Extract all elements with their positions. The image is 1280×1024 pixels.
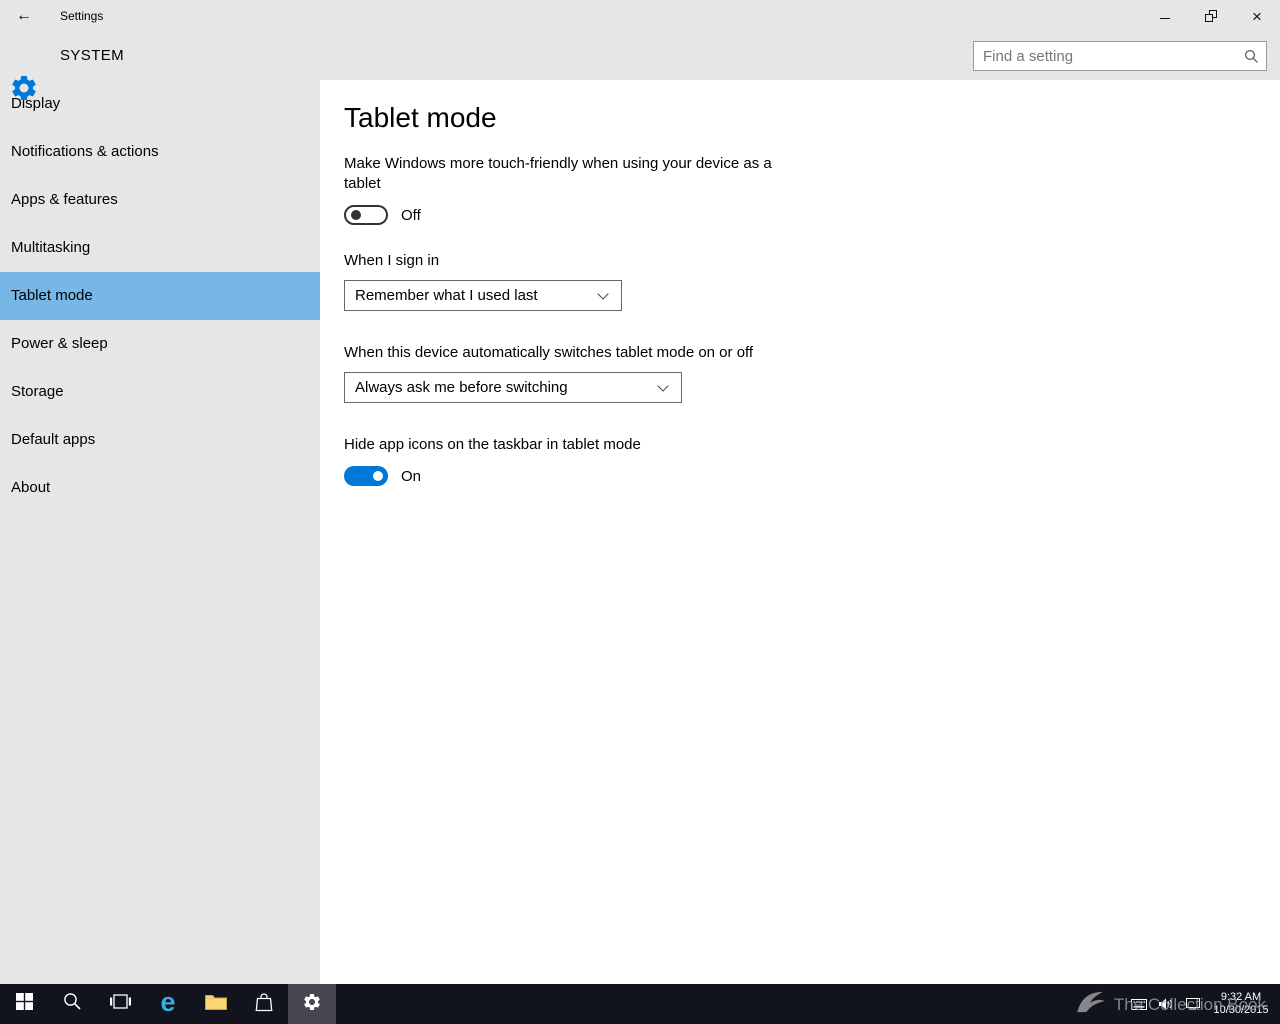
store-icon — [255, 992, 273, 1017]
hide-icons-row: On — [344, 466, 1256, 486]
settings-window: ← Settings × SYSTEM Find a setting Displ… — [0, 0, 1280, 1024]
sidebar-item-default-apps[interactable]: Default apps — [0, 416, 320, 464]
sidebar: Display Notifications & actions Apps & f… — [0, 80, 320, 984]
back-button[interactable]: ← — [0, 0, 48, 32]
touch-friendly-state: Off — [401, 206, 421, 224]
touch-friendly-row: Off — [344, 205, 1256, 225]
signin-dropdown-value: Remember what I used last — [355, 287, 538, 304]
page-section-title: SYSTEM — [60, 47, 125, 64]
auto-switch-dropdown[interactable]: Always ask me before switching — [344, 372, 682, 403]
restore-button[interactable] — [1188, 0, 1234, 32]
page-title: Tablet mode — [344, 102, 497, 133]
auto-switch-label: When this device automatically switches … — [344, 344, 754, 361]
sidebar-item-apps-features[interactable]: Apps & features — [0, 176, 320, 224]
main-content: Tablet mode Make Windows more touch-frie… — [320, 80, 1280, 984]
chevron-down-icon — [597, 287, 609, 300]
edge-button[interactable]: e — [144, 984, 192, 1024]
network-icon[interactable] — [1186, 998, 1200, 1010]
task-view-button[interactable] — [96, 984, 144, 1024]
hide-icons-state: On — [401, 467, 422, 485]
chevron-down-icon — [657, 379, 669, 392]
system-tray: 9:32 AM 10/30/2015 — [1131, 984, 1280, 1024]
sidebar-item-multitasking[interactable]: Multitasking — [0, 224, 320, 272]
minimize-button[interactable] — [1142, 0, 1188, 32]
touch-friendly-toggle[interactable] — [344, 205, 388, 225]
header: SYSTEM — [0, 32, 1280, 100]
titlebar: ← Settings × — [0, 0, 1280, 32]
sidebar-item-about[interactable]: About — [0, 464, 320, 512]
close-icon: × — [1252, 6, 1262, 26]
file-explorer-button[interactable] — [192, 984, 240, 1024]
task-view-icon — [109, 993, 131, 1015]
close-button[interactable]: × — [1234, 0, 1280, 32]
start-button[interactable] — [0, 984, 48, 1024]
file-explorer-icon — [205, 993, 227, 1015]
search-box — [973, 41, 1267, 71]
taskbar: e 9:32 AM 10/30/2015 The Collection Book — [0, 984, 1280, 1024]
taskbar-search-button[interactable] — [48, 984, 96, 1024]
touch-friendly-label: Make Windows more touch-friendly when us… — [344, 155, 772, 192]
sidebar-item-tablet-mode[interactable]: Tablet mode — [0, 272, 320, 320]
auto-switch-dropdown-value: Always ask me before switching — [355, 379, 568, 396]
touch-keyboard-icon[interactable] — [1131, 998, 1147, 1010]
clock-date: 10/30/2015 — [1213, 1004, 1269, 1016]
window-title: Settings — [60, 9, 104, 23]
sidebar-item-display[interactable]: Display — [0, 80, 320, 128]
settings-taskbar-button[interactable] — [288, 984, 336, 1024]
settings-gear-icon — [302, 992, 322, 1017]
sidebar-item-storage[interactable]: Storage — [0, 368, 320, 416]
volume-icon[interactable] — [1159, 998, 1174, 1010]
edge-icon: e — [160, 987, 176, 1017]
clock[interactable]: 9:32 AM 10/30/2015 — [1212, 991, 1270, 1017]
restore-icon — [1205, 10, 1217, 22]
watermark-logo-icon — [1075, 990, 1107, 1019]
windows-logo-icon — [15, 993, 33, 1015]
search-icon — [63, 992, 82, 1016]
window-controls: × — [1142, 0, 1280, 32]
clock-time: 9:32 AM — [1220, 991, 1262, 1003]
minimize-icon — [1160, 17, 1170, 19]
back-icon: ← — [16, 7, 32, 24]
sidebar-item-power-sleep[interactable]: Power & sleep — [0, 320, 320, 368]
hide-icons-label: Hide app icons on the taskbar in tablet … — [344, 436, 641, 453]
sidebar-item-notifications[interactable]: Notifications & actions — [0, 128, 320, 176]
toggle-knob — [373, 471, 383, 481]
store-button[interactable] — [240, 984, 288, 1024]
hide-icons-toggle[interactable] — [344, 466, 388, 486]
search-icon[interactable] — [1236, 42, 1266, 70]
signin-label: When I sign in — [344, 252, 440, 269]
signin-dropdown[interactable]: Remember what I used last — [344, 280, 622, 311]
settings-gear-icon — [9, 73, 39, 103]
search-input[interactable] — [974, 42, 1236, 70]
toggle-knob — [351, 210, 361, 220]
